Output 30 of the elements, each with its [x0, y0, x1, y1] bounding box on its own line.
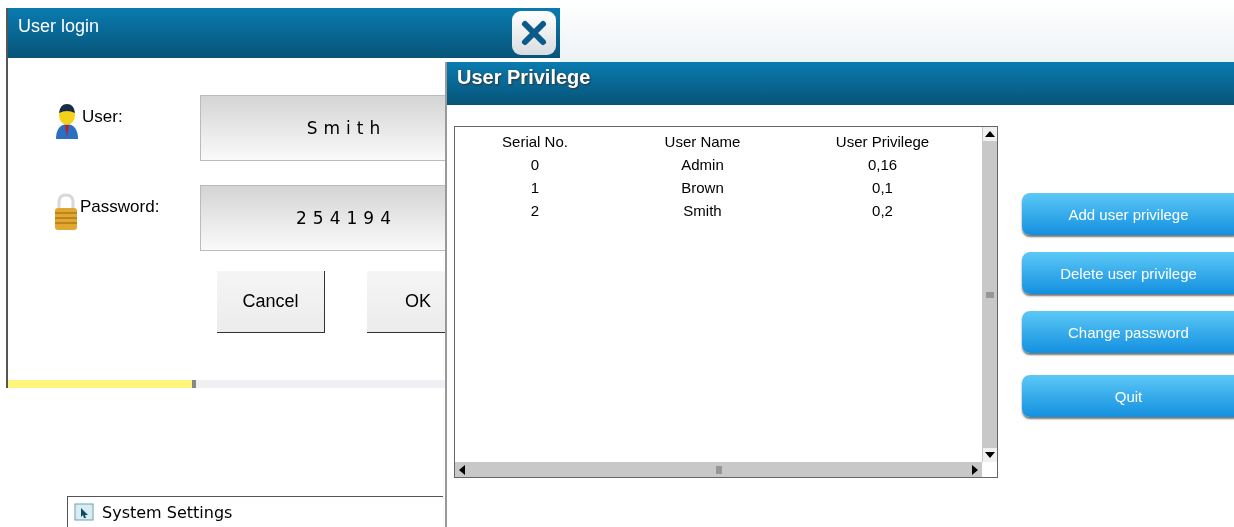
ok-button[interactable]: OK: [367, 271, 447, 333]
user-field[interactable]: Smith: [200, 95, 446, 161]
close-icon: [519, 18, 549, 48]
grip-icon: [715, 465, 722, 474]
lock-icon: [54, 193, 78, 231]
table-cell-text: 2: [529, 202, 541, 219]
settings-icon: [74, 503, 94, 521]
table-cell-text: 0: [529, 156, 541, 173]
user-icon: [54, 103, 80, 139]
column-header: Serial No.: [501, 133, 569, 150]
table-cell-text: 1: [529, 179, 541, 196]
horizontal-scrollbar[interactable]: [455, 462, 982, 477]
password-field[interactable]: 254194: [200, 185, 446, 251]
table-cell-text: Smith: [682, 202, 723, 219]
column-header: User Name: [663, 133, 742, 150]
window-title: User login: [18, 15, 100, 37]
table-cell-text: Admin: [680, 156, 725, 173]
field-label: Password:: [80, 197, 160, 217]
taskbar-item[interactable]: System Settings: [67, 496, 443, 527]
grip-icon: [985, 291, 994, 298]
column-header: User Privilege: [834, 133, 931, 150]
table-cell-text: Brown: [680, 179, 725, 196]
cancel-button[interactable]: Cancel: [217, 271, 325, 333]
table-cell-text: 0,16: [866, 156, 899, 173]
table-cell-text: 0,1: [871, 179, 894, 196]
field-label: User:: [82, 107, 123, 127]
table-cell-text: 0,2: [871, 202, 894, 219]
close-button[interactable]: [512, 11, 556, 55]
vertical-scrollbar[interactable]: [982, 127, 997, 462]
window-title: User Privilege: [457, 66, 591, 89]
